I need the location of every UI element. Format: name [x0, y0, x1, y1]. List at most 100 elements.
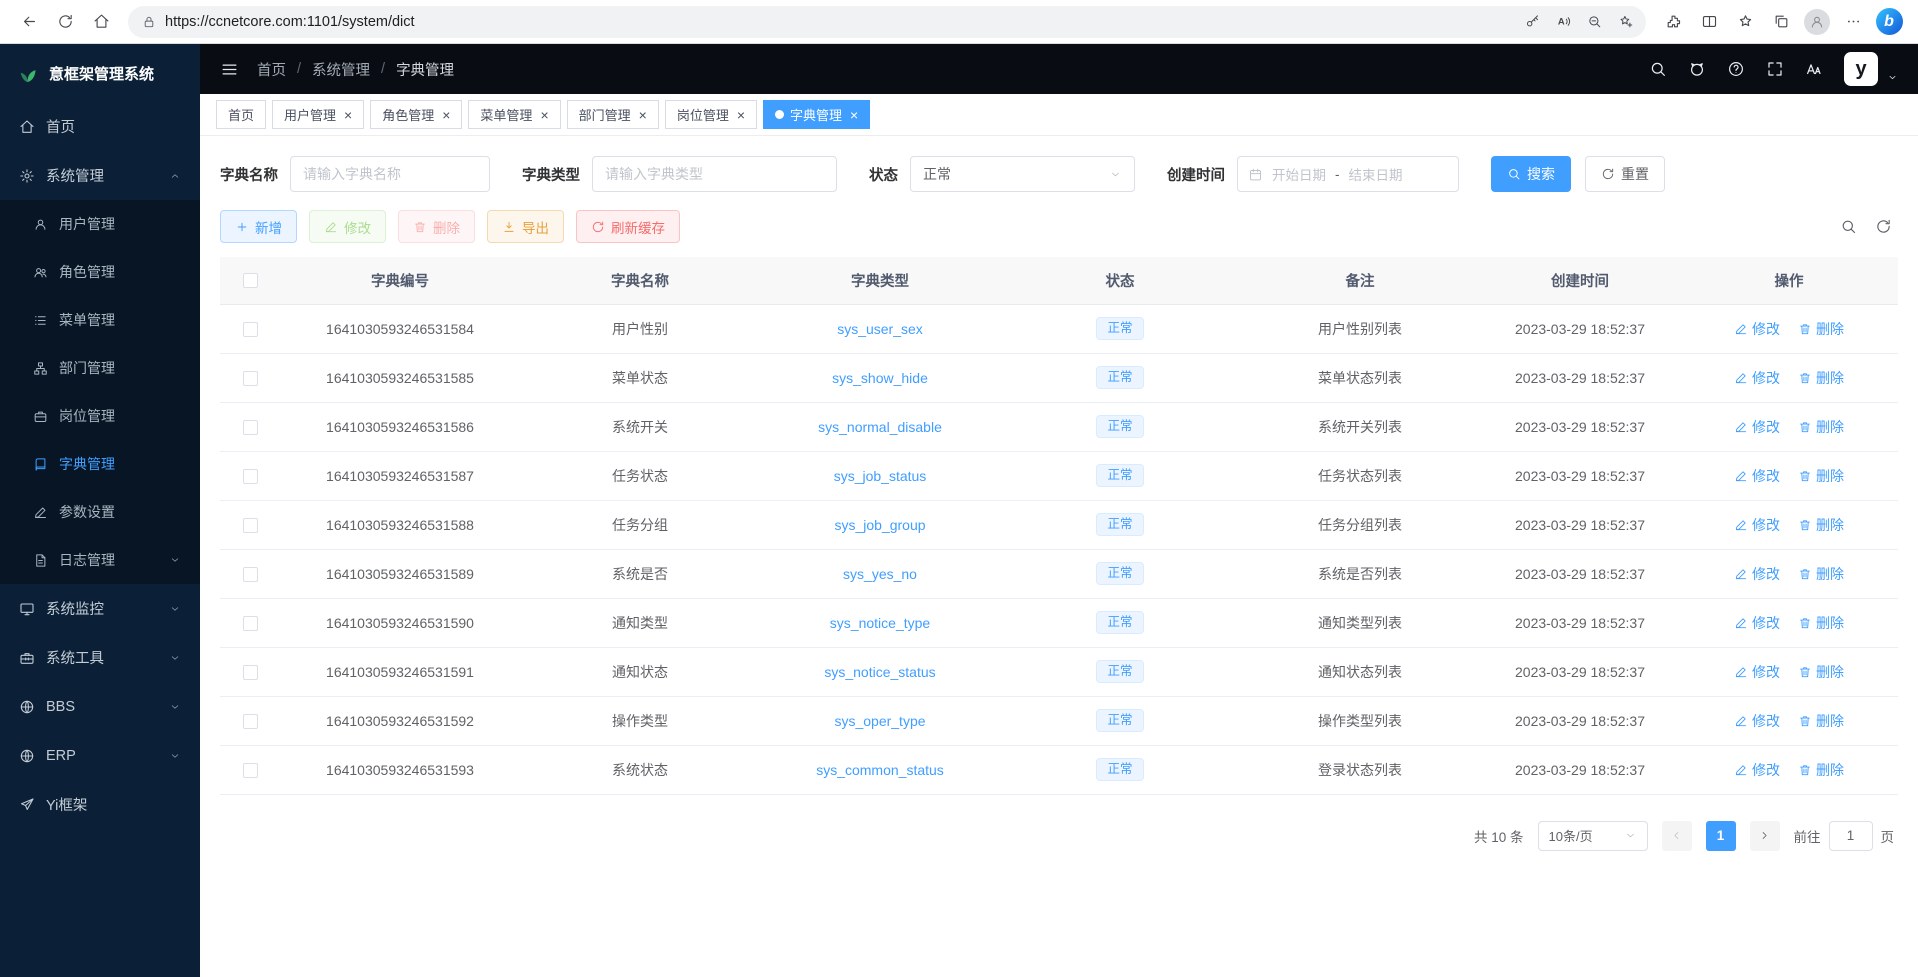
- home-button[interactable]: [84, 5, 118, 39]
- read-aloud-icon[interactable]: A: [1549, 7, 1578, 36]
- prev-page-button[interactable]: [1662, 821, 1692, 851]
- row-edit-button[interactable]: 修改: [1734, 466, 1780, 486]
- row-delete-button[interactable]: 删除: [1798, 760, 1844, 780]
- tab-home[interactable]: 首页: [216, 100, 266, 129]
- refresh-cache-button[interactable]: 刷新缓存: [576, 210, 680, 243]
- next-page-button[interactable]: [1750, 821, 1780, 851]
- tab-menu-management[interactable]: 菜单管理×: [468, 100, 560, 129]
- row-edit-button[interactable]: 修改: [1734, 319, 1780, 339]
- dict-type-link[interactable]: sys_common_status: [816, 762, 944, 778]
- help-icon[interactable]: [1727, 60, 1745, 78]
- select-all-checkbox[interactable]: [243, 273, 258, 288]
- tab-post-management[interactable]: 岗位管理×: [665, 100, 757, 129]
- copilot-button[interactable]: b: [1872, 5, 1906, 39]
- collections-icon[interactable]: [1764, 5, 1798, 39]
- goto-page-input[interactable]: [1829, 821, 1873, 851]
- row-checkbox[interactable]: [243, 665, 258, 680]
- font-size-icon[interactable]: [1805, 60, 1823, 78]
- row-checkbox[interactable]: [243, 714, 258, 729]
- dict-name-input[interactable]: [290, 156, 490, 192]
- sidebar-item-menu-management[interactable]: 菜单管理: [0, 296, 200, 344]
- row-delete-button[interactable]: 删除: [1798, 319, 1844, 339]
- github-icon[interactable]: [1688, 60, 1706, 78]
- page-size-select[interactable]: 10条/页: [1538, 821, 1648, 851]
- dict-type-link[interactable]: sys_normal_disable: [818, 419, 942, 435]
- row-checkbox[interactable]: [243, 420, 258, 435]
- user-avatar-logo[interactable]: y: [1844, 52, 1878, 86]
- dict-type-link[interactable]: sys_user_sex: [837, 321, 923, 337]
- sidebar-item-yi-framework[interactable]: Yi框架: [0, 780, 200, 829]
- address-bar[interactable]: https://ccnetcore.com:1101/system/dict A: [128, 6, 1646, 38]
- row-delete-button[interactable]: 删除: [1798, 662, 1844, 682]
- dict-type-link[interactable]: sys_notice_status: [824, 664, 935, 680]
- search-button[interactable]: 搜索: [1491, 156, 1571, 192]
- close-icon[interactable]: ×: [442, 108, 450, 122]
- row-checkbox[interactable]: [243, 567, 258, 582]
- sidebar-item-user-management[interactable]: 用户管理: [0, 200, 200, 248]
- close-icon[interactable]: ×: [639, 108, 647, 122]
- row-edit-button[interactable]: 修改: [1734, 368, 1780, 388]
- sidebar-item-erp[interactable]: ERP: [0, 731, 200, 780]
- row-delete-button[interactable]: 删除: [1798, 466, 1844, 486]
- split-screen-icon[interactable]: [1692, 5, 1726, 39]
- row-checkbox[interactable]: [243, 763, 258, 778]
- breadcrumb-item-dict-management[interactable]: 字典管理: [396, 59, 454, 80]
- row-checkbox[interactable]: [243, 518, 258, 533]
- row-checkbox[interactable]: [243, 469, 258, 484]
- delete-button[interactable]: 删除: [398, 210, 475, 243]
- row-checkbox[interactable]: [243, 616, 258, 631]
- tab-user-management[interactable]: 用户管理×: [272, 100, 364, 129]
- dict-type-link[interactable]: sys_job_status: [834, 468, 927, 484]
- sidebar-item-post-management[interactable]: 岗位管理: [0, 392, 200, 440]
- sidebar-item-system-monitor[interactable]: 系统监控: [0, 584, 200, 633]
- close-icon[interactable]: ×: [850, 108, 858, 122]
- date-range-picker[interactable]: 开始日期 - 结束日期: [1237, 156, 1459, 192]
- breadcrumb-item-home[interactable]: 首页: [257, 59, 286, 80]
- dict-type-link[interactable]: sys_job_group: [834, 517, 925, 533]
- row-delete-button[interactable]: 删除: [1798, 711, 1844, 731]
- chevron-down-icon[interactable]: [1887, 72, 1898, 86]
- row-delete-button[interactable]: 删除: [1798, 515, 1844, 535]
- row-edit-button[interactable]: 修改: [1734, 564, 1780, 584]
- tab-role-management[interactable]: 角色管理×: [370, 100, 462, 129]
- dict-type-link[interactable]: sys_notice_type: [830, 615, 930, 631]
- fullscreen-icon[interactable]: [1766, 60, 1784, 78]
- row-delete-button[interactable]: 删除: [1798, 564, 1844, 584]
- sidebar-item-bbs[interactable]: BBS: [0, 682, 200, 731]
- more-menu-icon[interactable]: [1836, 5, 1870, 39]
- sidebar-item-system-tools[interactable]: 系统工具: [0, 633, 200, 682]
- tab-dept-management[interactable]: 部门管理×: [567, 100, 659, 129]
- tab-dict-management[interactable]: 字典管理×: [763, 100, 870, 129]
- row-delete-button[interactable]: 删除: [1798, 417, 1844, 437]
- app-logo[interactable]: 意框架管理系统: [0, 44, 200, 102]
- row-edit-button[interactable]: 修改: [1734, 613, 1780, 633]
- sidebar-item-role-management[interactable]: 角色管理: [0, 248, 200, 296]
- sidebar-item-dict-management[interactable]: 字典管理: [0, 440, 200, 488]
- row-delete-button[interactable]: 删除: [1798, 613, 1844, 633]
- dict-type-input[interactable]: [592, 156, 837, 192]
- sidebar-item-system-management[interactable]: 系统管理: [0, 151, 200, 200]
- status-select[interactable]: 正常: [910, 156, 1135, 192]
- search-icon[interactable]: [1649, 60, 1667, 78]
- back-button[interactable]: [12, 5, 46, 39]
- dict-type-link[interactable]: sys_yes_no: [843, 566, 917, 582]
- row-delete-button[interactable]: 删除: [1798, 368, 1844, 388]
- row-edit-button[interactable]: 修改: [1734, 417, 1780, 437]
- close-icon[interactable]: ×: [344, 108, 352, 122]
- row-checkbox[interactable]: [243, 322, 258, 337]
- favorites-icon[interactable]: [1728, 5, 1762, 39]
- row-edit-button[interactable]: 修改: [1734, 515, 1780, 535]
- row-edit-button[interactable]: 修改: [1734, 662, 1780, 682]
- close-icon[interactable]: ×: [737, 108, 745, 122]
- sidebar-item-log-management[interactable]: 日志管理: [0, 536, 200, 584]
- sidebar-item-dept-management[interactable]: 部门管理: [0, 344, 200, 392]
- profile-avatar[interactable]: [1800, 5, 1834, 39]
- row-edit-button[interactable]: 修改: [1734, 760, 1780, 780]
- password-key-icon[interactable]: [1518, 7, 1547, 36]
- current-page-button[interactable]: 1: [1706, 821, 1736, 851]
- export-button[interactable]: 导出: [487, 210, 564, 243]
- sidebar-item-param-settings[interactable]: 参数设置: [0, 488, 200, 536]
- row-checkbox[interactable]: [243, 371, 258, 386]
- extensions-icon[interactable]: [1656, 5, 1690, 39]
- dict-type-link[interactable]: sys_show_hide: [832, 370, 928, 386]
